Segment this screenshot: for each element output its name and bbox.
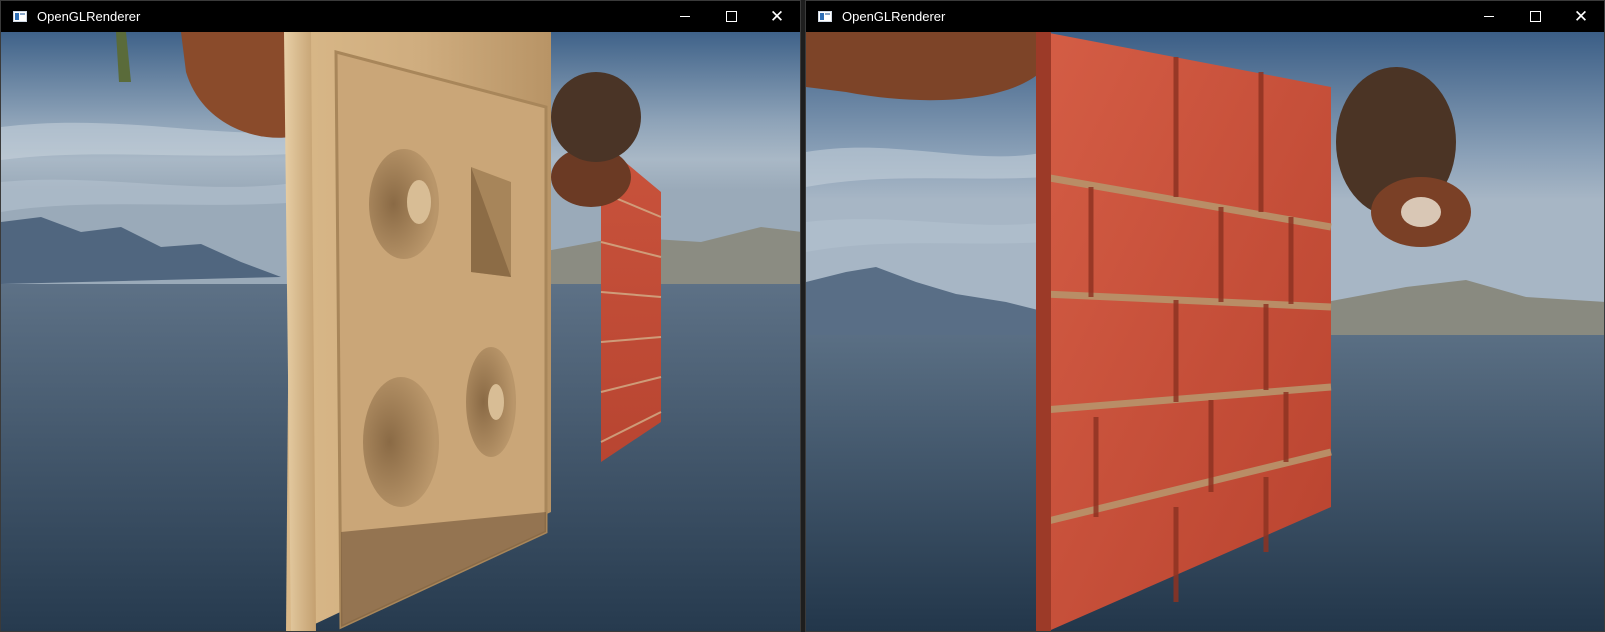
maximize-button[interactable]: [1512, 1, 1558, 32]
scene-canvas: [806, 32, 1604, 631]
close-icon: ✕: [769, 7, 785, 26]
minimize-button[interactable]: [1466, 1, 1512, 32]
satchel-top: [551, 72, 641, 162]
ring-hole-center: [488, 384, 504, 420]
barrel-object: [806, 32, 1041, 101]
title-bar[interactable]: OpenGLRenderer ✕: [1, 1, 800, 32]
title-bar[interactable]: OpenGLRenderer ✕: [806, 1, 1604, 32]
close-icon: ✕: [1573, 7, 1589, 26]
satchel-buckle: [1401, 197, 1441, 227]
circle-hole-center: [407, 180, 431, 224]
close-button[interactable]: ✕: [1558, 1, 1604, 32]
close-button[interactable]: ✕: [754, 1, 800, 32]
round-hole: [363, 377, 439, 507]
minimize-icon: [1484, 16, 1494, 18]
window-title: OpenGLRenderer: [842, 9, 946, 24]
scene-canvas: [1, 32, 800, 631]
opengl-window-right[interactable]: OpenGLRenderer ✕: [805, 0, 1605, 632]
app-icon: [818, 11, 832, 22]
minimize-button[interactable]: [662, 1, 708, 32]
window-title: OpenGLRenderer: [37, 9, 141, 24]
brick-wall-edge: [1036, 32, 1051, 631]
app-icon: [13, 11, 27, 22]
maximize-button[interactable]: [708, 1, 754, 32]
opengl-window-left[interactable]: OpenGLRenderer ✕: [0, 0, 801, 632]
render-viewport[interactable]: [1, 32, 800, 631]
maximize-icon: [725, 11, 737, 23]
render-viewport[interactable]: [806, 32, 1604, 631]
maximize-icon: [1529, 11, 1541, 23]
minimize-icon: [680, 16, 690, 18]
